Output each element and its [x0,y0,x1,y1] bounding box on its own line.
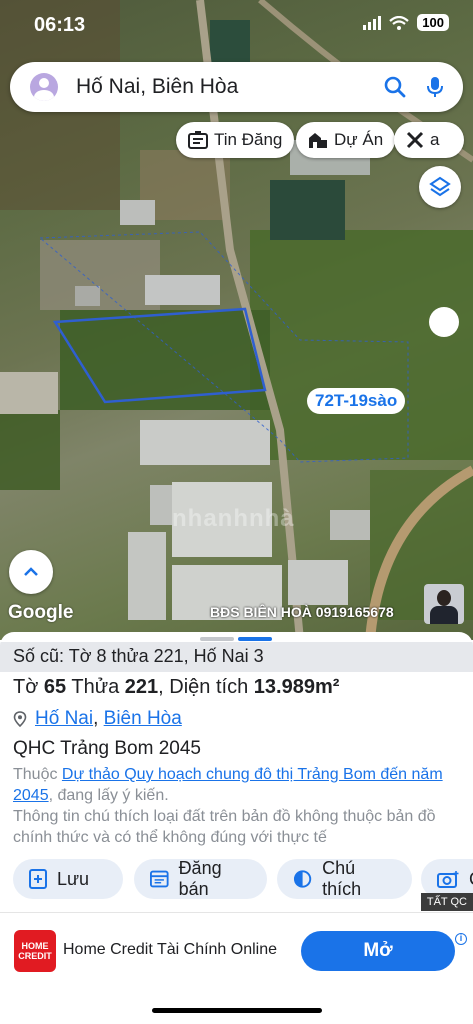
sheet-prefix: Tờ [13,676,39,698]
listing-icon [188,131,208,149]
plan-note-prefix: Thuộc [13,766,58,783]
status-bar: 06:13 100 [0,0,473,52]
location-pin-icon [13,711,27,727]
ad-banner[interactable]: HOME CREDIT Home Credit Tài Chính Online… [0,912,473,988]
post-sale-icon [150,870,169,888]
post-sale-button[interactable]: Đăng bán [134,858,267,899]
chip-tools-label: a [430,130,440,149]
layers-button[interactable] [419,166,461,208]
old-parcel-number: Số cũ: Tờ 8 thửa 221, Hố Nai 3 [0,642,473,672]
expand-sheet-button[interactable] [9,550,53,594]
save-label: Lưu [57,868,90,889]
chip-tools[interactable]: a [394,122,464,158]
mic-icon[interactable] [423,75,447,99]
home-indicator[interactable] [152,1008,322,1013]
user-avatar[interactable] [30,73,58,101]
parcel-area: 13.989m² [253,676,340,698]
chip-listings-label: Tin Đăng [214,130,283,149]
area-prefix: Diện tích [169,676,249,698]
save-button[interactable]: Lưu [13,859,123,899]
building-icon [309,133,327,148]
chip-projects-label: Dự Án [334,130,384,149]
plan-note-suffix: , đang lấy ý kiến. [48,787,169,804]
disclaimer-text: Thông tin chú thích loại đất trên bản đồ… [13,808,436,846]
status-time: 06:13 [34,14,86,36]
google-logo: Google [8,602,74,623]
legend-button[interactable]: Chú thích [277,858,412,899]
sheet-drag-handle[interactable] [200,637,272,641]
post-sale-label: Đăng bán [178,858,222,899]
agent-photo[interactable] [424,584,464,624]
search-bar[interactable]: Hố Nai, Biên Hòa [10,62,463,112]
parcel-label[interactable]: 72T-19sào [307,388,406,414]
map-watermark: nhanhnhà [172,505,295,532]
legend-icon [293,870,312,888]
battery-indicator: 100 [417,14,449,31]
camera-icon [437,871,459,888]
parcel-summary: Tờ 65 Thửa 221, Diện tích 13.989m² [13,676,340,698]
hide-ad-button[interactable]: TẤT QC [420,893,473,911]
filter-chips: Tin Đăng Dự Án a [0,122,473,158]
agent-watermark: BĐS BIÊN HOÀ 0919165678 [210,604,394,620]
status-icons: 100 [363,14,449,31]
parcel-prefix: Thửa [71,676,120,698]
action-buttons: Lưu Đăng bán Chú thích C [0,858,473,899]
city-link[interactable]: Biên Hòa [104,708,182,730]
address-line: Hố Nai, Biên Hòa [13,708,182,730]
camera-label: C [469,869,473,890]
parcel-info-sheet: Số cũ: Tờ 8 thửa 221, Hố Nai 3 Tờ 65 Thử… [0,632,473,914]
layers-icon [429,176,451,197]
chevron-up-icon [24,567,38,576]
satellite-map[interactable]: 06:13 100 Hố Nai, Biên Hòa Tin Đăng Dự Á… [0,0,473,640]
map-marker-dot[interactable] [429,307,459,337]
plan-title: QHC Trảng Bom 2045 [13,738,201,759]
chip-listings[interactable]: Tin Đăng [176,122,295,158]
plan-note: Thuộc Dự thảo Quy hoạch chung đô thị Trả… [13,764,463,806]
search-icon[interactable] [383,75,407,99]
search-input[interactable]: Hố Nai, Biên Hòa [76,75,383,99]
home-credit-logo: HOME CREDIT [14,930,56,972]
ad-title: Home Credit Tài Chính Online [63,941,278,958]
sheet-number: 65 [43,676,67,698]
signal-icon [363,15,382,30]
legend-label: Chú thích [322,858,362,899]
parcel-number: 221 [124,676,159,698]
tools-icon [406,131,424,149]
wifi-icon [389,15,410,30]
ad-open-button[interactable]: Mở [301,931,455,971]
ward-link[interactable]: Hố Nai [35,708,93,730]
ad-info-icon[interactable]: i [455,933,467,945]
chip-projects[interactable]: Dự Án [296,122,396,158]
save-add-icon [29,869,47,889]
